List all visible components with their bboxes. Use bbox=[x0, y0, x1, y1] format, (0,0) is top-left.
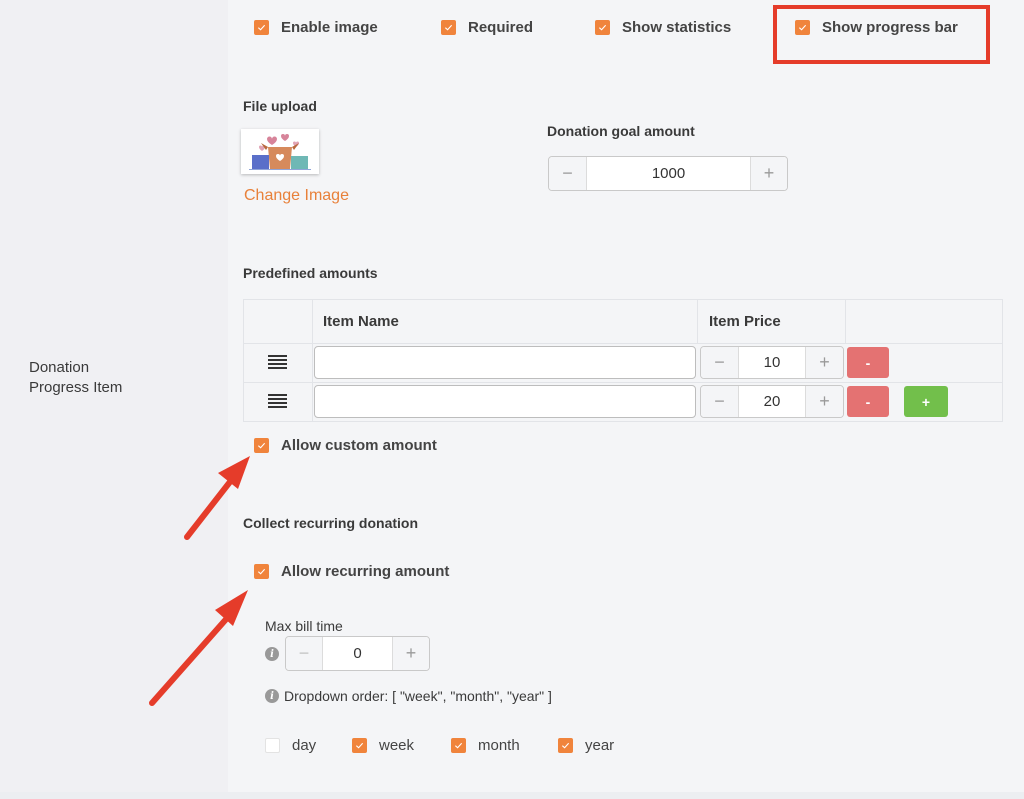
remove-row-button[interactable]: - bbox=[847, 386, 889, 417]
required-checkbox[interactable]: Required bbox=[441, 19, 533, 36]
donation-boxes-image-icon bbox=[241, 129, 319, 174]
column-divider bbox=[845, 300, 846, 343]
checkbox-checked-icon bbox=[441, 20, 456, 35]
enable-image-checkbox[interactable]: Enable image bbox=[254, 19, 378, 36]
allow-custom-amount-label: Allow custom amount bbox=[281, 437, 437, 454]
show-statistics-label: Show statistics bbox=[622, 19, 732, 36]
collect-recurring-title: Collect recurring donation bbox=[243, 515, 419, 531]
allow-recurring-amount-label: Allow recurring amount bbox=[281, 563, 450, 580]
panel-divider bbox=[0, 792, 1024, 799]
max-bill-time-input[interactable]: 0 bbox=[323, 637, 392, 670]
allow-custom-amount-checkbox[interactable]: Allow custom amount bbox=[254, 437, 437, 454]
file-upload-title: File upload bbox=[243, 98, 317, 114]
column-divider bbox=[312, 300, 313, 421]
max-bill-time-label: Max bill time bbox=[265, 618, 343, 634]
increment-button[interactable]: + bbox=[392, 637, 429, 670]
decrement-button[interactable]: − bbox=[701, 347, 739, 378]
field-label-column bbox=[0, 0, 228, 799]
info-icon: i bbox=[265, 689, 279, 703]
info-icon[interactable]: i bbox=[265, 647, 279, 661]
enable-image-label: Enable image bbox=[281, 19, 378, 36]
period-day-label: day bbox=[292, 737, 317, 754]
dropdown-order-text: Dropdown order: [ "week", "month", "year… bbox=[284, 688, 552, 704]
item-name-input[interactable] bbox=[314, 385, 696, 418]
item-price-input[interactable]: 10 bbox=[739, 347, 805, 378]
donation-goal-input[interactable]: 1000 bbox=[587, 157, 750, 190]
period-month-checkbox[interactable]: month bbox=[451, 737, 520, 754]
row-divider bbox=[244, 343, 1002, 344]
max-bill-time-stepper[interactable]: − 0 + bbox=[285, 636, 430, 671]
highlight-annotation-box bbox=[773, 5, 990, 64]
checkbox-checked-icon bbox=[451, 738, 466, 753]
period-week-label: week bbox=[379, 737, 415, 754]
item-name-header: Item Name bbox=[323, 313, 399, 330]
column-divider bbox=[697, 300, 698, 343]
checkbox-checked-icon bbox=[254, 438, 269, 453]
item-price-stepper[interactable]: − 20 + bbox=[700, 385, 844, 418]
allow-recurring-amount-checkbox[interactable]: Allow recurring amount bbox=[254, 563, 449, 580]
increment-button[interactable]: + bbox=[750, 157, 787, 190]
checkbox-checked-icon bbox=[254, 564, 269, 579]
increment-button[interactable]: + bbox=[805, 386, 843, 417]
change-image-link[interactable]: Change Image bbox=[244, 187, 349, 205]
dropdown-order-hint: i Dropdown order: [ "week", "month", "ye… bbox=[265, 688, 552, 704]
item-price-stepper[interactable]: − 10 + bbox=[700, 346, 844, 379]
checkbox-checked-icon bbox=[595, 20, 610, 35]
checkbox-checked-icon bbox=[254, 20, 269, 35]
checkbox-checked-icon bbox=[558, 738, 573, 753]
checkbox-unchecked-icon bbox=[265, 738, 280, 753]
row-divider bbox=[244, 382, 1002, 383]
period-month-label: month bbox=[478, 737, 520, 754]
drag-handle-icon[interactable] bbox=[268, 394, 287, 410]
required-label: Required bbox=[468, 19, 534, 36]
show-statistics-checkbox[interactable]: Show statistics bbox=[595, 19, 731, 36]
donation-goal-title: Donation goal amount bbox=[547, 123, 695, 139]
remove-row-button[interactable]: - bbox=[847, 347, 889, 378]
drag-handle-icon[interactable] bbox=[268, 355, 287, 371]
period-day-checkbox[interactable]: day bbox=[265, 737, 316, 754]
increment-button[interactable]: + bbox=[805, 347, 843, 378]
uploaded-image-thumbnail[interactable] bbox=[241, 129, 319, 174]
predefined-amounts-title: Predefined amounts bbox=[243, 265, 378, 281]
item-name-input[interactable] bbox=[314, 346, 696, 379]
decrement-button[interactable]: − bbox=[549, 157, 587, 190]
period-year-label: year bbox=[585, 737, 615, 754]
period-week-checkbox[interactable]: week bbox=[352, 737, 414, 754]
item-price-header: Item Price bbox=[709, 313, 781, 330]
decrement-button[interactable]: − bbox=[701, 386, 739, 417]
add-row-button[interactable]: + bbox=[904, 386, 948, 417]
item-price-input[interactable]: 20 bbox=[739, 386, 805, 417]
decrement-button[interactable]: − bbox=[286, 637, 323, 670]
field-label: Donation Progress Item bbox=[29, 359, 123, 396]
donation-goal-stepper[interactable]: − 1000 + bbox=[548, 156, 788, 191]
period-year-checkbox[interactable]: year bbox=[558, 737, 614, 754]
checkbox-checked-icon bbox=[352, 738, 367, 753]
